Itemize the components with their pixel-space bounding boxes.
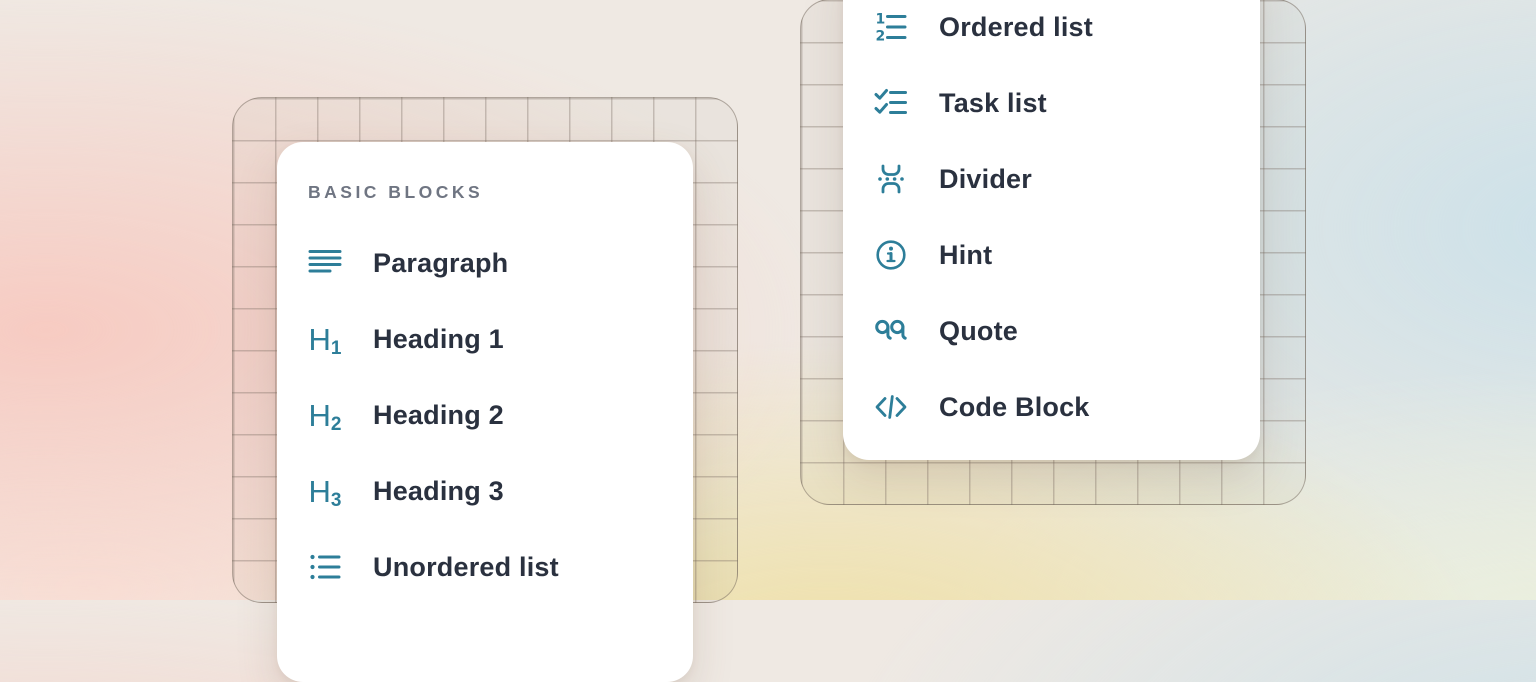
menu-item-label: Task list (939, 88, 1047, 119)
menu-item-label: Unordered list (373, 552, 559, 583)
svg-text:1: 1 (876, 12, 886, 28)
task-list-icon (874, 86, 908, 120)
menu-item-label: Hint (939, 240, 992, 271)
quote-icon (874, 314, 908, 348)
menu-item-code-block[interactable]: Code Block (874, 369, 1260, 445)
menu-item-divider[interactable]: Divider (874, 141, 1260, 217)
menu-item-heading-1[interactable]: H1 Heading 1 (308, 301, 693, 377)
marketing-illustration: { "colors": { "icon_teal": "#2d7e99", "i… (0, 0, 1536, 600)
section-label-basic-blocks: BASIC BLOCKS (308, 184, 693, 201)
menu-item-heading-2[interactable]: H2 Heading 2 (308, 377, 693, 453)
menu-item-label: Paragraph (373, 248, 508, 279)
menu-item-unordered-list[interactable]: Unordered list (308, 529, 693, 605)
ordered-list-icon: 1 2 (874, 10, 908, 44)
svg-text:2: 2 (876, 29, 886, 45)
menu-item-heading-3[interactable]: H3 Heading 3 (308, 453, 693, 529)
menu-item-label: Divider (939, 164, 1032, 195)
heading-2-icon: H2 (308, 398, 342, 432)
menu-item-label: Quote (939, 316, 1018, 347)
menu-item-quote[interactable]: Quote (874, 293, 1260, 369)
paragraph-icon (308, 246, 342, 280)
menu-item-label: Heading 3 (373, 476, 504, 507)
menu-item-label: Heading 1 (373, 324, 504, 355)
menu-item-label: Heading 2 (373, 400, 504, 431)
hint-icon (874, 238, 908, 272)
heading-3-icon: H3 (308, 474, 342, 508)
block-menu-basic-blocks: BASIC BLOCKS Paragraph H1 Heading 1 H2 H… (277, 142, 693, 682)
menu-item-ordered-list[interactable]: 1 2 Ordered list (874, 0, 1260, 65)
menu-item-paragraph[interactable]: Paragraph (308, 225, 693, 301)
heading-1-icon: H1 (308, 322, 342, 356)
block-menu-lists-and-more: 1 2 Ordered list Task list (843, 0, 1260, 460)
menu-item-hint[interactable]: Hint (874, 217, 1260, 293)
menu-item-label: Code Block (939, 392, 1090, 423)
code-block-icon (874, 390, 908, 424)
menu-item-label: Ordered list (939, 12, 1093, 43)
divider-icon (874, 162, 908, 196)
menu-item-task-list[interactable]: Task list (874, 65, 1260, 141)
unordered-list-icon (308, 550, 342, 584)
